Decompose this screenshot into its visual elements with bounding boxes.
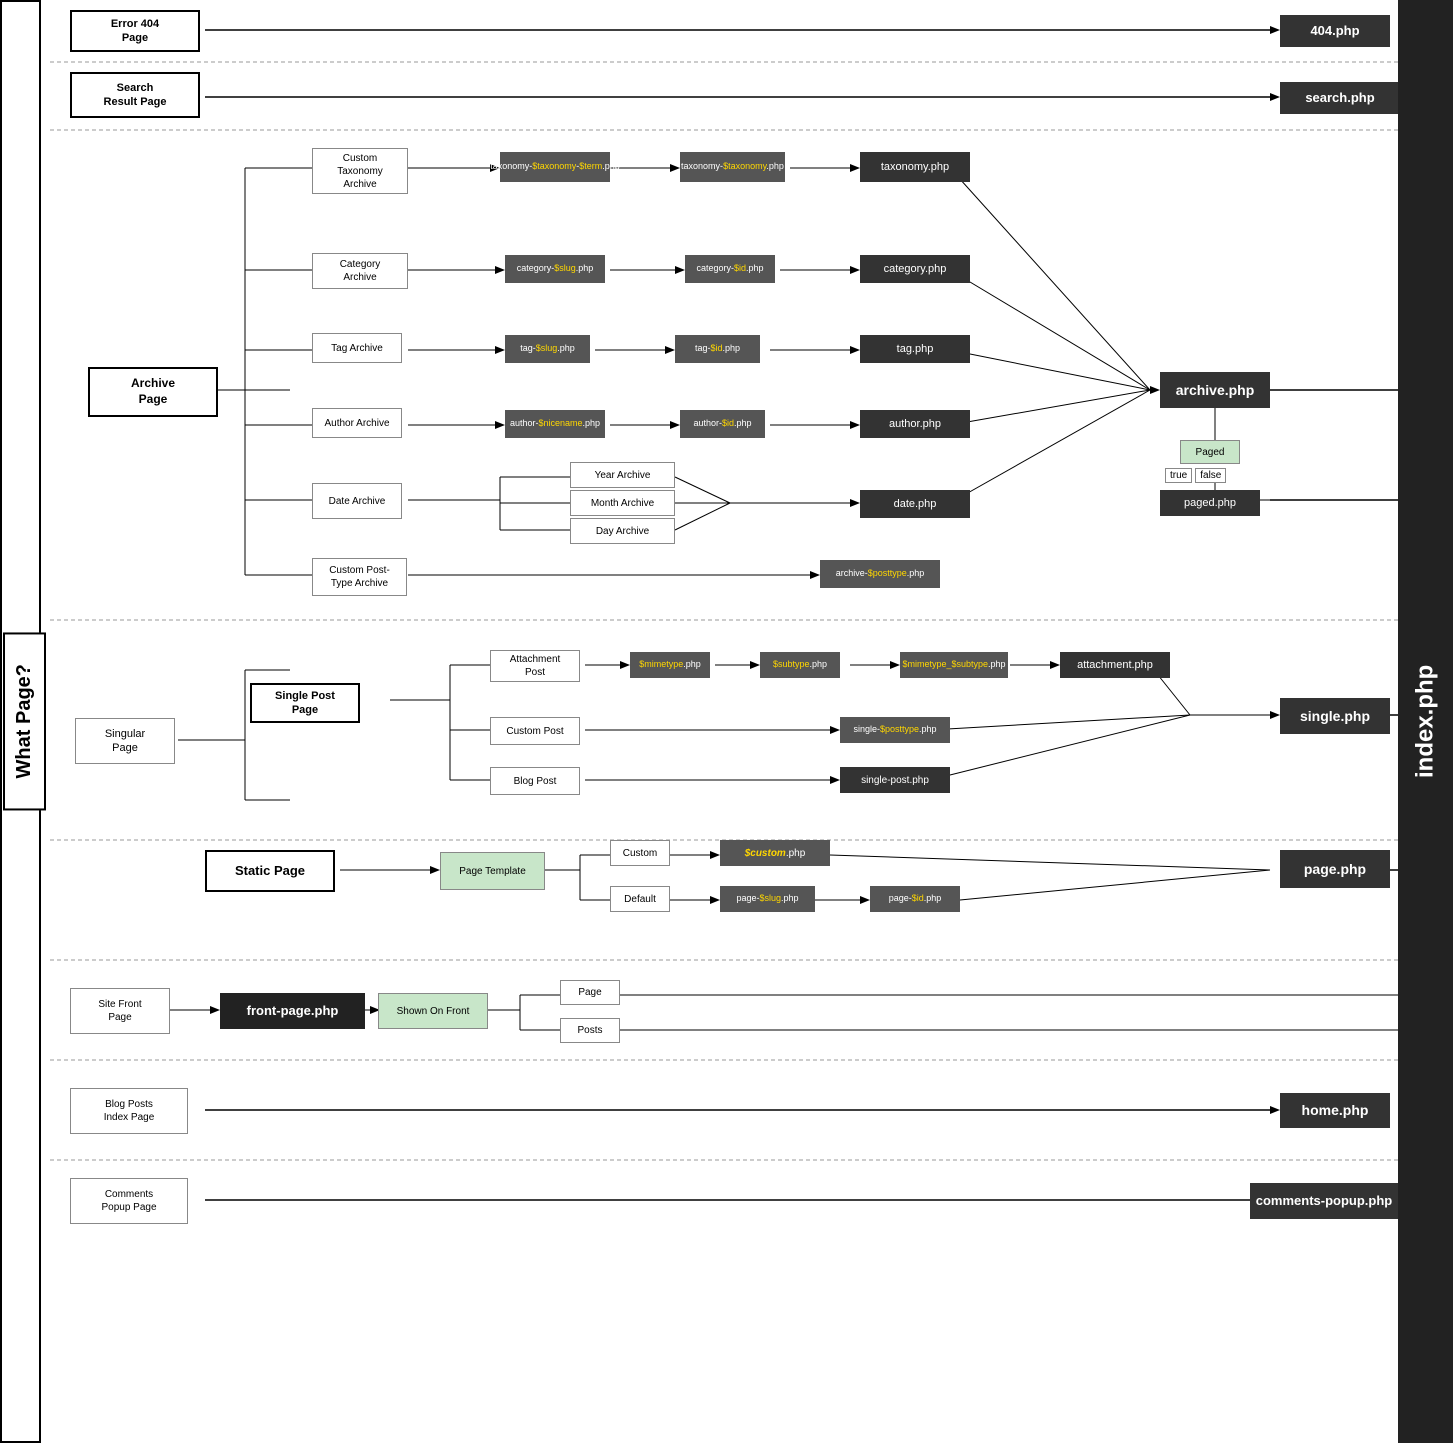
index-php-rotated: index.php	[1398, 0, 1453, 1443]
custom-posttype-node: Custom Post-Type Archive	[312, 558, 407, 596]
single-php-node: single.php	[1280, 698, 1390, 734]
attachment-php-node: attachment.php	[1060, 652, 1170, 678]
single-post-page-node: Single PostPage	[250, 683, 360, 723]
attachment-post-node: AttachmentPost	[490, 650, 580, 682]
default-label-node: Default	[610, 886, 670, 912]
paged-node: Paged	[1180, 440, 1240, 464]
paged-php-node: paged.php	[1160, 490, 1260, 516]
day-archive-node: Day Archive	[570, 518, 675, 544]
shown-on-front-node: Shown On Front	[378, 993, 488, 1029]
author-nicename-node: author-$nicename.php	[505, 410, 605, 438]
tax-term-node: taxonomy-$taxonomy-$term.php	[500, 152, 610, 182]
diagram-area: Error 404Page 404.php SearchResult Page …	[50, 0, 1398, 1443]
tag-archive-node: Tag Archive	[312, 333, 402, 363]
home-php-node: home.php	[1280, 1093, 1390, 1128]
cat-slug-node: category-$slug.php	[505, 255, 605, 283]
archive-php-node: archive.php	[1160, 372, 1270, 408]
posts-option-node: Posts	[560, 1018, 620, 1043]
taxonomy-php-node: taxonomy.php	[860, 152, 970, 182]
false-box: false	[1195, 468, 1226, 483]
tag-php-node: tag.php	[860, 335, 970, 363]
blog-posts-index-node: Blog PostsIndex Page	[70, 1088, 188, 1134]
page-template-node: Page Template	[440, 852, 545, 890]
site-front-page-node: Site FrontPage	[70, 988, 170, 1034]
custom-post-node: Custom Post	[490, 717, 580, 745]
what-page-wrapper: What Page?	[0, 0, 48, 1443]
comments-popup-php-node: comments-popup.php	[1250, 1183, 1398, 1219]
true-false-container: true false	[1165, 468, 1226, 483]
tag-id-node: tag-$id.php	[675, 335, 760, 363]
date-archive-node: Date Archive	[312, 483, 402, 519]
custom-label-node: Custom	[610, 840, 670, 866]
true-box: true	[1165, 468, 1192, 483]
author-id-node: author-$id.php	[680, 410, 765, 438]
comments-popup-node: CommentsPopup Page	[70, 1178, 188, 1224]
tax-taxonomy-node: taxonomy-$taxonomy.php	[680, 152, 785, 182]
single-post-php-node: single-post.php	[840, 767, 950, 793]
date-php-node: date.php	[860, 490, 970, 518]
blog-post-node: Blog Post	[490, 767, 580, 795]
category-php-node: category.php	[860, 255, 970, 283]
mimetype-node: $mimetype.php	[630, 652, 710, 678]
author-archive-node: Author Archive	[312, 408, 402, 438]
author-php-node: author.php	[860, 410, 970, 438]
error-404-node: Error 404Page	[70, 10, 200, 52]
category-archive-node: CategoryArchive	[312, 253, 408, 289]
month-archive-node: Month Archive	[570, 490, 675, 516]
page-id-node: page-$id.php	[870, 886, 960, 912]
what-page-rotated: What Page?	[3, 632, 46, 810]
static-page-node: Static Page	[205, 850, 335, 892]
index-php-wrapper: index.php	[1398, 0, 1453, 1443]
page-php-node: page.php	[1280, 850, 1390, 888]
singular-page-node: SingularPage	[75, 718, 175, 764]
year-archive-node: Year Archive	[570, 462, 675, 488]
page-option-node: Page	[560, 980, 620, 1005]
front-page-php-node: front-page.php	[220, 993, 365, 1029]
php-404-node: 404.php	[1280, 15, 1390, 47]
search-result-node: SearchResult Page	[70, 72, 200, 118]
search-php-node: search.php	[1280, 82, 1400, 114]
custom-php-node: $custom.php	[720, 840, 830, 866]
subtype-node: $subtype.php	[760, 652, 840, 678]
mimetype-subtype-node: $mimetype_$subtype.php	[900, 652, 1008, 678]
tag-slug-node: tag-$slug.php	[505, 335, 590, 363]
archive-page-node: ArchivePage	[88, 367, 218, 417]
custom-taxonomy-node: CustomTaxonomyArchive	[312, 148, 408, 194]
main-container: What Page? index.php	[0, 0, 1453, 1443]
single-posttype-node: single-$posttype.php	[840, 717, 950, 743]
page-slug-node: page-$slug.php	[720, 886, 815, 912]
cat-id-node: category-$id.php	[685, 255, 775, 283]
archive-posttype-node: archive-$posttype.php	[820, 560, 940, 588]
